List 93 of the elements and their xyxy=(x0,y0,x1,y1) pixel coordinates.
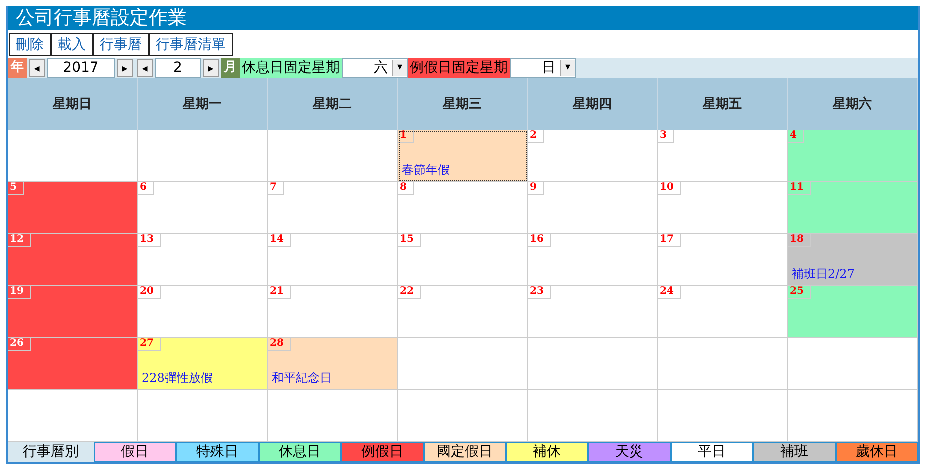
legend-item: 平日 xyxy=(670,442,754,462)
month-label: 月 xyxy=(221,58,240,78)
day-number: 26 xyxy=(8,338,31,351)
calendar-day[interactable]: 18 補班日2/27 xyxy=(788,234,918,286)
day-number: 4 xyxy=(788,130,804,143)
legend-item: 國定假日 xyxy=(424,442,506,462)
calendar-day[interactable]: 28 和平紀念日 xyxy=(268,338,398,390)
calendar-day[interactable]: 2 xyxy=(528,130,658,182)
weekday-header: 星期三 xyxy=(398,78,528,130)
calendar-day[interactable]: 16 xyxy=(528,234,658,286)
day-number: 3 xyxy=(658,130,674,143)
day-note: 228彈性放假 xyxy=(141,370,214,387)
day-note: 補班日2/27 xyxy=(791,266,856,283)
calendar-day[interactable]: 14 xyxy=(268,234,398,286)
legend-item: 補班 xyxy=(753,442,836,462)
day-number: 10 xyxy=(658,182,681,195)
next-month-button[interactable]: ▸ xyxy=(203,59,219,77)
weekday-header: 星期二 xyxy=(268,78,398,130)
day-number: 17 xyxy=(658,234,681,247)
rest-day-label: 休息日固定星期 xyxy=(240,58,342,78)
calendar-day[interactable]: 23 xyxy=(528,286,658,338)
calendar-day[interactable]: 13 xyxy=(138,234,268,286)
day-number: 20 xyxy=(138,286,161,299)
toolbar-button[interactable]: 行事曆清單 xyxy=(149,33,233,56)
day-number: 28 xyxy=(268,338,291,351)
previous-year-button[interactable]: ◂ xyxy=(29,59,45,77)
weekday-header: 星期一 xyxy=(138,78,268,130)
day-number: 14 xyxy=(268,234,291,247)
legend-item: 例假日 xyxy=(341,442,424,462)
calendar-day[interactable]: 20 xyxy=(138,286,268,338)
weekday-header: 星期五 xyxy=(658,78,788,130)
legend-item: 歲休日 xyxy=(836,442,918,462)
calendar-day[interactable]: 10 xyxy=(658,182,788,234)
toolbar-button[interactable]: 刪除 xyxy=(9,33,51,56)
day-number: 27 xyxy=(138,338,161,351)
legend-item: 特殊日 xyxy=(176,442,259,462)
day-number: 23 xyxy=(528,286,551,299)
day-number: 25 xyxy=(788,286,811,299)
legend-item: 假日 xyxy=(94,442,176,462)
day-number: 22 xyxy=(398,286,421,299)
day-number: 8 xyxy=(398,182,414,195)
legend-item: 休息日 xyxy=(258,442,342,462)
month-field[interactable]: 2 xyxy=(155,58,201,78)
toolbar-button[interactable]: 行事曆 xyxy=(93,33,149,56)
previous-month-button[interactable]: ◂ xyxy=(137,59,153,77)
calendar-day[interactable]: 3 xyxy=(658,130,788,182)
day-number: 19 xyxy=(8,286,31,299)
day-number: 11 xyxy=(788,182,811,195)
calendar-day[interactable]: 8 xyxy=(398,182,528,234)
calendar-day[interactable]: 19 xyxy=(8,286,138,338)
calendar-day[interactable]: 15 xyxy=(398,234,528,286)
legend-item: 天災 xyxy=(588,442,671,462)
calendar-day[interactable]: 5 xyxy=(8,182,138,234)
calendar-day[interactable]: 26 xyxy=(8,338,138,390)
day-number: 21 xyxy=(268,286,291,299)
calendar-day[interactable]: 6 xyxy=(138,182,268,234)
day-number: 13 xyxy=(138,234,161,247)
day-number: 7 xyxy=(268,182,284,195)
day-note: 和平紀念日 xyxy=(271,370,333,387)
calendar-day[interactable]: 17 xyxy=(658,234,788,286)
day-note: 春節年假 xyxy=(401,162,451,179)
calendar-day[interactable]: 4 xyxy=(788,130,918,182)
window-title: 公司行事曆設定作業 xyxy=(8,6,918,30)
calendar-day[interactable]: 22 xyxy=(398,286,528,338)
calendar-day[interactable]: 12 xyxy=(8,234,138,286)
day-number: 12 xyxy=(8,234,31,247)
rest-day-select[interactable]: 六 ▾ xyxy=(342,58,408,78)
legend-title: 行事曆別 xyxy=(8,442,94,462)
calendar-day[interactable]: 25 xyxy=(788,286,918,338)
calendar-day[interactable]: 27 228彈性放假 xyxy=(138,338,268,390)
day-number: 6 xyxy=(138,182,154,195)
calendar-day[interactable]: 11 xyxy=(788,182,918,234)
year-field[interactable]: 2017 xyxy=(47,58,115,78)
regular-holiday-label: 例假日固定星期 xyxy=(408,58,510,78)
day-number: 2 xyxy=(528,130,544,143)
day-number: 18 xyxy=(788,234,811,247)
calendar-day[interactable]: 9 xyxy=(528,182,658,234)
regular-holiday-select[interactable]: 日 ▾ xyxy=(510,58,576,78)
day-number: 5 xyxy=(8,182,24,195)
calendar-day[interactable]: 7 xyxy=(268,182,398,234)
weekday-header: 星期六 xyxy=(788,78,918,130)
day-number: 16 xyxy=(528,234,551,247)
legend-item: 補休 xyxy=(506,442,588,462)
day-number: 24 xyxy=(658,286,681,299)
year-label: 年 xyxy=(8,58,27,78)
calendar-day[interactable]: 24 xyxy=(658,286,788,338)
day-number: 9 xyxy=(528,182,544,195)
weekday-header: 星期四 xyxy=(528,78,658,130)
calendar-day[interactable]: 21 xyxy=(268,286,398,338)
next-year-button[interactable]: ▸ xyxy=(117,59,133,77)
day-number: 15 xyxy=(398,234,421,247)
weekday-header: 星期日 xyxy=(8,78,138,130)
toolbar-button[interactable]: 載入 xyxy=(51,33,93,56)
